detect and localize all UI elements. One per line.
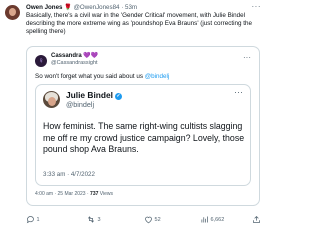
mention-link[interactable]: @bindelj: [145, 73, 170, 80]
quote-views-label: Views: [99, 191, 114, 197]
nested-more-options-icon[interactable]: ···: [234, 87, 243, 97]
retweet-icon: [88, 216, 94, 223]
share-button[interactable]: [252, 214, 261, 226]
nested-avatar[interactable]: [43, 91, 60, 108]
quote-more-options-icon[interactable]: ···: [243, 53, 251, 62]
like-count: 52: [154, 217, 161, 223]
reply-count: 1: [36, 217, 40, 223]
more-options-icon[interactable]: ···: [252, 2, 262, 11]
views-button[interactable]: 6,662: [200, 214, 224, 226]
quote-meta: 4:00 am · 25 Mar 2023 · 737 Views: [35, 191, 114, 197]
quote-text: So won't forget what you said about us @…: [35, 73, 169, 81]
quote-avatar[interactable]: ♀: [35, 55, 47, 67]
tweet: Owen Jones 🌹 @OwenJones84 · 53m ··· Basi…: [0, 0, 269, 240]
quote-author-line: Cassandra 💜💜: [51, 53, 98, 60]
retweet-count: 3: [97, 217, 101, 223]
like-button[interactable]: 52: [144, 214, 161, 226]
purple-heart-icon: 💜💜: [83, 53, 99, 59]
tweet-text: Basically, there's a civil war in the 'G…: [26, 12, 253, 35]
retweet-button[interactable]: 3: [86, 214, 101, 226]
quote-views-count: 737: [90, 191, 99, 197]
views-count: 6,662: [210, 217, 225, 223]
reply-icon: [26, 216, 34, 224]
analytics-icon: [201, 216, 208, 223]
heart-icon: [145, 216, 152, 224]
quote-timestamp[interactable]: 4:00 am · 25 Mar 2023: [35, 191, 86, 197]
verified-icon: ✓: [115, 93, 123, 100]
action-bar: 1 3 52 6,662: [26, 214, 262, 226]
share-icon: [253, 216, 260, 223]
quote-text-prefix: So won't forget what you said about us: [35, 73, 145, 80]
quote-author-handle[interactable]: @Cassandrassight: [51, 60, 98, 67]
quote-author-name[interactable]: Cassandra: [51, 53, 82, 59]
rose-icon: 🌹: [64, 4, 72, 11]
tweet-header: Owen Jones 🌹 @OwenJones84 · 53m: [26, 4, 263, 12]
nested-tweet-text: How feminist. The same right-wing cultis…: [43, 121, 245, 154]
author-handle[interactable]: @OwenJones84: [74, 4, 120, 11]
nested-author-handle[interactable]: @bindelj: [66, 100, 94, 109]
author-name[interactable]: Owen Jones: [26, 4, 62, 11]
avatar[interactable]: [5, 5, 20, 20]
quoted-tweet[interactable]: ♀ Cassandra 💜💜 @Cassandrassight ··· So w…: [26, 46, 260, 206]
nested-timestamp[interactable]: 3:33 am · 4/7/2022: [43, 171, 95, 178]
tweet-age[interactable]: 53m: [125, 4, 137, 11]
reply-button[interactable]: 1: [26, 214, 40, 226]
nested-author-line: Julie Bindel ✓: [66, 90, 123, 100]
separator: ·: [121, 4, 124, 11]
nested-quoted-tweet[interactable]: Julie Bindel ✓ @bindelj ··· How feminist.…: [35, 84, 251, 186]
nested-author-name[interactable]: Julie Bindel: [66, 90, 113, 100]
